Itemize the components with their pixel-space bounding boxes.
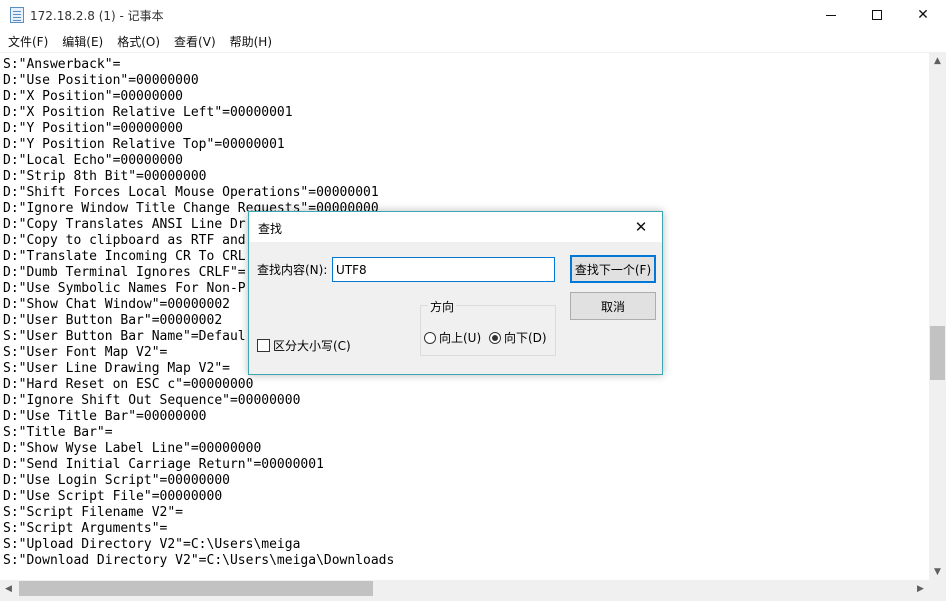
find-dialog-title: 查找 [258,222,283,236]
window-title: 172.18.2.8 (1) - 记事本 [30,9,164,23]
editor-line: D:"Y Position Relative Top"=00000001 [3,137,285,152]
editor-line: D:"Y Position"=00000000 [3,121,184,136]
vertical-scroll-thumb[interactable] [930,326,945,380]
minimize-button[interactable] [808,0,854,30]
radio-checked-icon [489,331,501,344]
editor-line: S:"Script Arguments"= [3,521,168,536]
scroll-right-arrow-icon[interactable]: ▶ [912,580,929,597]
window-bottom-edge [0,597,946,601]
cancel-button[interactable]: 取消 [570,292,656,320]
direction-up-radio[interactable]: 向上(U) [424,329,481,346]
editor-line: S:"Upload Directory V2"=C:\Users\meiga [3,537,301,552]
editor-line: D:"Strip 8th Bit"=00000000 [3,169,207,184]
menu-edit[interactable]: 编辑(E) [55,30,110,52]
editor-line: D:"Hard Reset on ESC c"=00000000 [3,377,254,392]
notepad-icon [10,7,24,23]
close-icon: ✕ [917,7,929,23]
menu-view[interactable]: 查看(V) [167,30,223,52]
editor-line: S:"Script Filename V2"= [3,505,184,520]
editor-line: D:"Use Login Script"=00000000 [3,473,230,488]
editor-line: D:"Shift Forces Local Mouse Operations"=… [3,185,379,200]
editor-line: D:"Use Title Bar"=00000000 [3,409,207,424]
editor-line: D:"Show Wyse Label Line"=00000000 [3,441,262,456]
close-button[interactable]: ✕ [900,0,946,30]
editor-line: D:"Send Initial Carriage Return"=0000000… [3,457,324,472]
maximize-icon [872,10,882,20]
horizontal-scrollbar[interactable]: ◀ ▶ [0,580,929,597]
editor-line: D:"X Position Relative Left"=00000001 [3,105,293,120]
menu-bar: 文件(F) 编辑(E) 格式(O) 查看(V) 帮助(H) [0,30,946,52]
direction-down-radio[interactable]: 向下(D) [489,329,547,346]
find-what-input[interactable] [332,257,555,282]
maximize-button[interactable] [854,0,900,30]
checkbox-icon [257,339,270,352]
editor-line: D:"Local Echo"=00000000 [3,153,184,168]
direction-down-label: 向下(D) [504,331,547,345]
editor-line: S:"Download Directory V2"=C:\Users\meiga… [3,553,395,568]
find-next-button[interactable]: 查找下一个(F) [570,255,656,283]
direction-group: 方向 向上(U) 向下(D) [420,298,556,356]
direction-up-label: 向上(U) [439,331,482,345]
find-dialog-close-button[interactable]: ✕ [629,216,653,238]
menu-format[interactable]: 格式(O) [110,30,167,52]
vertical-scrollbar[interactable]: ▲ ▼ [929,52,946,580]
find-dialog-titlebar[interactable]: 查找 ✕ [249,212,662,242]
menu-help[interactable]: 帮助(H) [223,30,279,52]
direction-label: 方向 [428,298,457,315]
minimize-icon [826,14,836,16]
match-case-checkbox[interactable]: 区分大小写(C) [257,337,351,354]
editor-line: D:"Use Position"=00000000 [3,73,199,88]
editor-line: S:"Title Bar"= [3,425,113,440]
menu-file[interactable]: 文件(F) [0,30,55,52]
editor-line: D:"Ignore Shift Out Sequence"=00000000 [3,393,301,408]
scroll-left-arrow-icon[interactable]: ◀ [0,580,17,597]
scrollbar-corner [929,580,946,597]
radio-unchecked-icon [424,331,436,344]
find-dialog: 查找 ✕ 查找内容(N): 查找下一个(F) 取消 方向 向上(U) 向下(D)… [248,211,663,375]
horizontal-scroll-thumb[interactable] [19,581,373,596]
scroll-up-arrow-icon[interactable]: ▲ [929,52,946,69]
find-what-label: 查找内容(N): [257,263,328,277]
scroll-down-arrow-icon[interactable]: ▼ [929,563,946,580]
editor-line: D:"Use Script File"=00000000 [3,489,223,504]
editor-line: S:"Answerback"= [3,57,121,72]
window-titlebar[interactable]: 172.18.2.8 (1) - 记事本 ✕ [0,0,946,30]
match-case-label: 区分大小写(C) [273,339,351,353]
editor-line: D:"X Position"=00000000 [3,89,184,104]
